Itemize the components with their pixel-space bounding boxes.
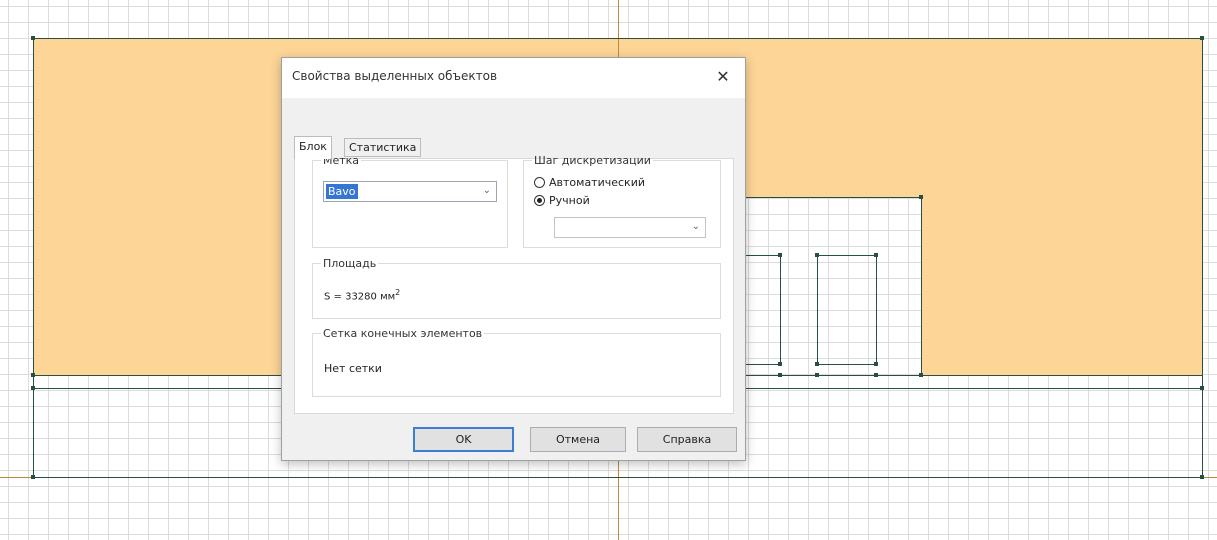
area-value: S = 33280 мм2	[324, 288, 400, 302]
chevron-down-icon: ⌄	[691, 221, 700, 232]
cancel-button[interactable]: Отмена	[530, 427, 626, 452]
edge-opening-top	[745, 197, 922, 198]
window-2-top	[817, 255, 876, 256]
edge-right	[1202, 38, 1203, 478]
node[interactable]	[874, 253, 878, 257]
discretization-step-group: Шаг дискретизации Автоматический Ручной …	[523, 154, 721, 248]
label-select[interactable]: Bavo ⌄	[323, 181, 497, 202]
mesh-group: Сетка конечных элементов Нет сетки	[312, 327, 721, 397]
node[interactable]	[1200, 386, 1204, 390]
edge-bottom	[33, 477, 1203, 478]
area-unit-superscript: 2	[395, 288, 401, 297]
tab-block[interactable]: Блок	[294, 136, 332, 159]
tab-panel-block: Метка Bavo ⌄ Шаг дискретизации Автоматич…	[294, 154, 734, 414]
node[interactable]	[919, 373, 923, 377]
node[interactable]	[31, 475, 35, 479]
node[interactable]	[778, 362, 782, 366]
chevron-down-icon: ⌄	[482, 185, 491, 196]
area-group: Площадь S = 33280 мм2	[312, 257, 721, 319]
edge-opening-right	[921, 197, 922, 375]
window-2-right	[876, 255, 877, 365]
help-button[interactable]: Справка	[637, 427, 737, 452]
node[interactable]	[31, 373, 35, 377]
window-1-bottom	[745, 364, 781, 365]
node[interactable]	[1200, 475, 1204, 479]
window-2-left	[817, 255, 818, 365]
manual-step-select[interactable]: ⌄	[554, 217, 706, 238]
node[interactable]	[815, 373, 819, 377]
node[interactable]	[1200, 36, 1204, 40]
mesh-value: Нет сетки	[324, 362, 382, 375]
discretization-step-legend: Шаг дискретизации	[534, 154, 651, 167]
radio-manual[interactable]: Ручной	[534, 194, 590, 207]
radio-automatic[interactable]: Автоматический	[534, 176, 645, 189]
area-group-legend: Площадь	[323, 257, 377, 270]
radio-manual-indicator[interactable]	[534, 195, 545, 206]
edge-left	[33, 38, 34, 478]
node[interactable]	[874, 373, 878, 377]
node[interactable]	[815, 253, 819, 257]
node[interactable]	[778, 373, 782, 377]
ok-button[interactable]: OK	[413, 427, 514, 452]
close-icon[interactable]: ✕	[709, 64, 737, 90]
node[interactable]	[778, 253, 782, 257]
node[interactable]	[31, 386, 35, 390]
window-2-bottom	[817, 364, 877, 365]
radio-manual-label: Ручной	[549, 194, 590, 207]
window-1-top	[745, 255, 780, 256]
mesh-group-legend: Сетка конечных элементов	[323, 327, 483, 340]
label-group: Метка Bavo ⌄	[312, 154, 508, 248]
radio-automatic-indicator[interactable]	[534, 177, 545, 188]
window-1-right	[780, 255, 781, 365]
label-select-value: Bavo	[326, 184, 358, 199]
node[interactable]	[874, 362, 878, 366]
dialog-titlebar[interactable]: Свойства выделенных объектов ✕	[282, 58, 745, 98]
area-value-text: S = 33280 мм	[324, 291, 396, 303]
radio-automatic-label: Автоматический	[549, 176, 645, 189]
selected-block-right-upper[interactable]	[745, 58, 1203, 197]
node[interactable]	[815, 362, 819, 366]
node[interactable]	[31, 36, 35, 40]
selected-block-right-lower[interactable]	[921, 197, 1203, 375]
edge-top	[33, 38, 1203, 39]
selected-objects-properties-dialog: Свойства выделенных объектов ✕ Блок Стат…	[281, 57, 746, 461]
node[interactable]	[919, 195, 923, 199]
dialog-title: Свойства выделенных объектов	[292, 69, 498, 83]
selected-block-top[interactable]	[283, 38, 1203, 58]
selected-block-left-under-dialog[interactable]	[33, 57, 281, 375]
